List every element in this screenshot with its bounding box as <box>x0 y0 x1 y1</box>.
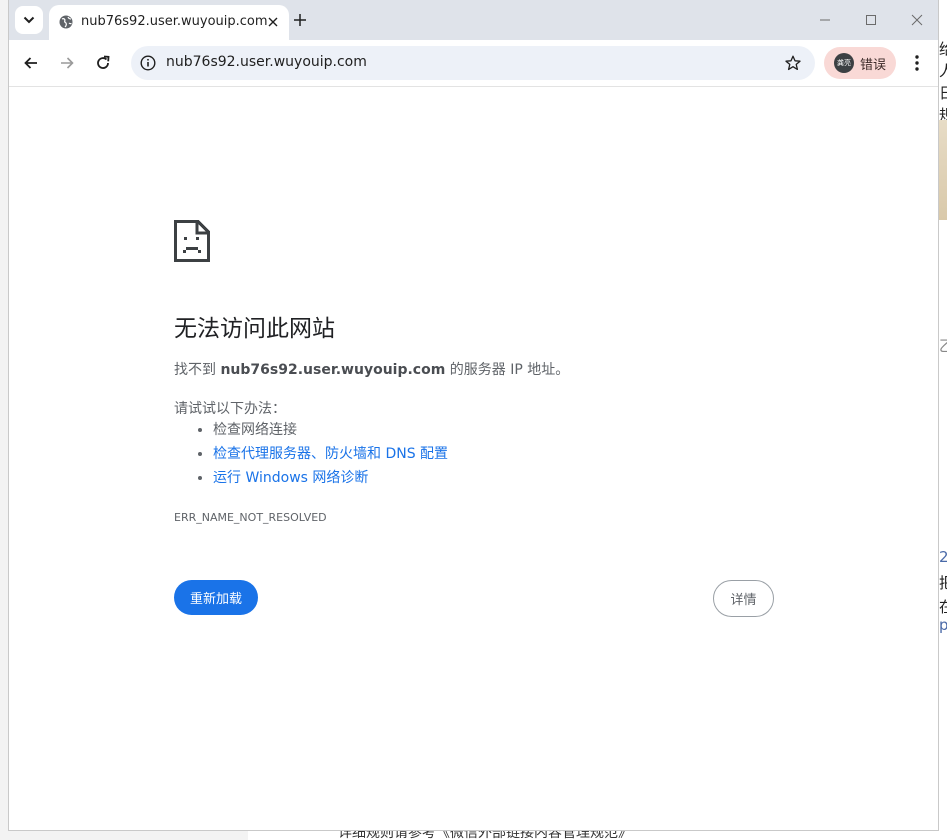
new-tab-button[interactable] <box>289 9 311 31</box>
minimize-icon <box>820 19 830 21</box>
tab-close-button[interactable] <box>265 14 281 30</box>
more-vert-icon <box>915 55 919 71</box>
profile-status-label: 错误 <box>860 58 887 73</box>
error-code: ERR_NAME_NOT_RESOLVED <box>174 511 327 524</box>
plus-icon <box>294 14 306 26</box>
background-text: 2, <box>939 548 947 566</box>
suggestions-heading: 请试试以下办法： <box>174 401 286 417</box>
close-icon <box>268 17 278 27</box>
error-description-suffix: 的服务器 IP 地址。 <box>445 362 570 378</box>
forward-button[interactable] <box>54 50 80 76</box>
close-icon <box>911 14 923 26</box>
background-image <box>939 120 947 220</box>
star-icon <box>785 55 801 71</box>
details-button[interactable]: 详情 <box>713 580 774 617</box>
menu-button[interactable] <box>906 52 928 74</box>
background-text: 把 <box>939 574 947 592</box>
close-window-button[interactable] <box>906 9 928 31</box>
background-text: pi <box>939 616 947 634</box>
reload-button[interactable]: 重新加载 <box>174 580 258 615</box>
error-description-prefix: 找不到 <box>174 362 221 378</box>
url-text[interactable]: nub76s92.user.wuyouip.com <box>166 54 367 70</box>
site-info-button[interactable] <box>138 53 158 73</box>
suggestion-run-diagnostics-link[interactable]: 运行 Windows 网络诊断 <box>213 468 448 492</box>
browser-window: nub76s92.user.wuyouip.com nub76s92.user.… <box>8 0 939 831</box>
error-title: 无法访问此网站 <box>174 316 335 342</box>
maximize-icon <box>866 15 876 25</box>
chevron-down-icon <box>23 16 35 24</box>
tab-active[interactable]: nub76s92.user.wuyouip.com <box>49 5 289 40</box>
globe-icon <box>59 15 73 29</box>
background-text: 给 <box>939 40 947 58</box>
error-page: 无法访问此网站 找不到 nub76s92.user.wuyouip.com 的服… <box>9 87 938 830</box>
bookmark-button[interactable] <box>783 53 803 73</box>
profile-button[interactable]: 龚亮 错误 <box>824 47 896 79</box>
background-text: 详细规则请参考《微信外部链接内容管理规范》 <box>338 831 632 840</box>
background-window-sliver: 给 人 日 规 乙 2, 把 在 pi <box>939 0 947 840</box>
reload-toolbar-button[interactable] <box>90 50 116 76</box>
arrow-left-icon <box>24 57 37 69</box>
back-button[interactable] <box>18 50 44 76</box>
refresh-icon <box>97 55 110 69</box>
tab-title: nub76s92.user.wuyouip.com <box>81 14 268 29</box>
background-window-bottom: 详细规则请参考《微信外部链接内容管理规范》 <box>248 831 947 840</box>
error-host: nub76s92.user.wuyouip.com <box>220 362 446 378</box>
avatar: 龚亮 <box>834 53 854 73</box>
minimize-button[interactable] <box>814 9 836 31</box>
toolbar: nub76s92.user.wuyouip.com 龚亮 错误 <box>9 40 938 87</box>
error-description: 找不到 nub76s92.user.wuyouip.com 的服务器 IP 地址… <box>174 359 569 379</box>
maximize-button[interactable] <box>860 9 882 31</box>
background-text: 日 <box>939 84 947 102</box>
tab-strip: nub76s92.user.wuyouip.com <box>9 0 938 40</box>
info-icon <box>140 55 156 71</box>
suggestions-list: 检查网络连接 检查代理服务器、防火墙和 DNS 配置 运行 Windows 网络… <box>195 420 448 492</box>
suggestion-check-network: 检查网络连接 <box>213 420 448 444</box>
background-text: 人 <box>939 62 947 80</box>
background-text: 在 <box>939 598 947 616</box>
arrow-right-icon <box>61 57 74 69</box>
suggestion-check-proxy-link[interactable]: 检查代理服务器、防火墙和 DNS 配置 <box>213 444 448 468</box>
address-bar[interactable]: nub76s92.user.wuyouip.com <box>131 46 815 80</box>
sad-document-icon <box>174 220 210 262</box>
tab-search-button[interactable] <box>15 6 43 34</box>
background-text: 乙 <box>939 337 947 355</box>
